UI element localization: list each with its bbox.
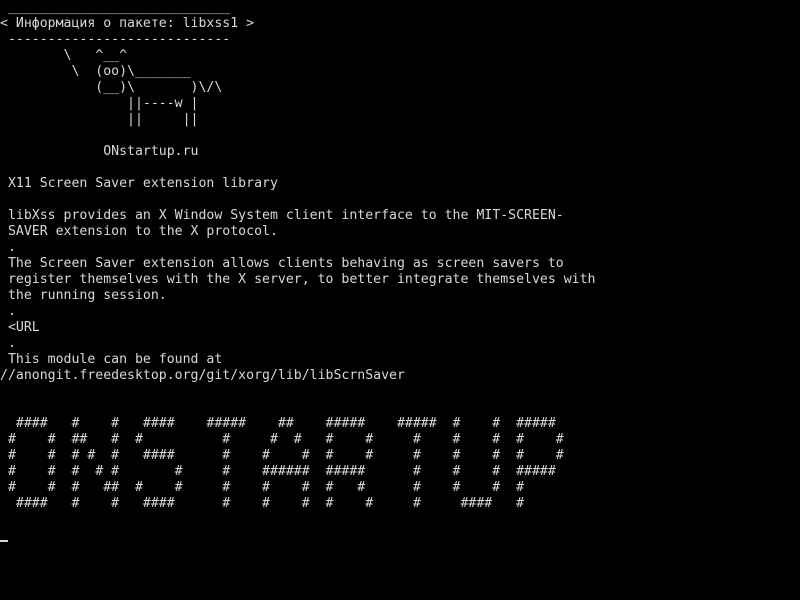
package-description-line: <URL — [0, 320, 40, 335]
site-signature: ONstartup.ru — [0, 144, 199, 159]
cow-art-line: \ ^__^ — [0, 48, 128, 63]
package-description-line: . — [0, 240, 16, 255]
package-description-line: register themselves with the X server, t… — [0, 272, 596, 287]
speech-bubble-bottom: ---------------------------- — [0, 32, 231, 47]
package-description-line: This module can be found at — [0, 352, 223, 367]
package-description-line: The Screen Saver extension allows client… — [0, 256, 564, 271]
package-description-line: SAVER extension to the X protocol. — [0, 224, 278, 239]
banner-art-line: #### # # #### # # # # # # #### # — [0, 496, 525, 511]
banner-art-line: # # # # # #### # # # # # # # # # # — [0, 448, 564, 463]
text-cursor — [0, 540, 8, 542]
cow-art-line: (__)\ )\/\ — [0, 80, 223, 95]
package-description-line: the running session. — [0, 288, 167, 303]
package-description-line: libXss provides an X Window System clien… — [0, 208, 564, 223]
banner-art-line: # # ## # # # # # # # # # # # # — [0, 432, 564, 447]
package-description-line: . — [0, 304, 16, 319]
terminal-screen[interactable]: ____________________________ < Информаци… — [0, 0, 800, 600]
package-url-line: //anongit.freedesktop.org/git/xorg/lib/l… — [0, 368, 405, 383]
cow-art-line: ||----w | — [0, 96, 199, 111]
banner-art-line: # # # # # # # ###### ##### # # # ##### — [0, 464, 556, 479]
package-description-line: . — [0, 336, 16, 351]
cow-art-line: \ (oo)\_______ — [0, 64, 191, 79]
banner-art-line: #### # # #### ##### ## ##### ##### # # #… — [0, 416, 556, 431]
speech-bubble-top: ____________________________ — [0, 0, 231, 15]
banner-art-line: # # # ## # # # # # # # # # # # — [0, 480, 525, 495]
package-summary: X11 Screen Saver extension library — [0, 176, 278, 191]
cow-art-line: || || — [0, 112, 199, 127]
speech-bubble-text: < Информация о пакете: libxss1 > — [0, 16, 255, 31]
